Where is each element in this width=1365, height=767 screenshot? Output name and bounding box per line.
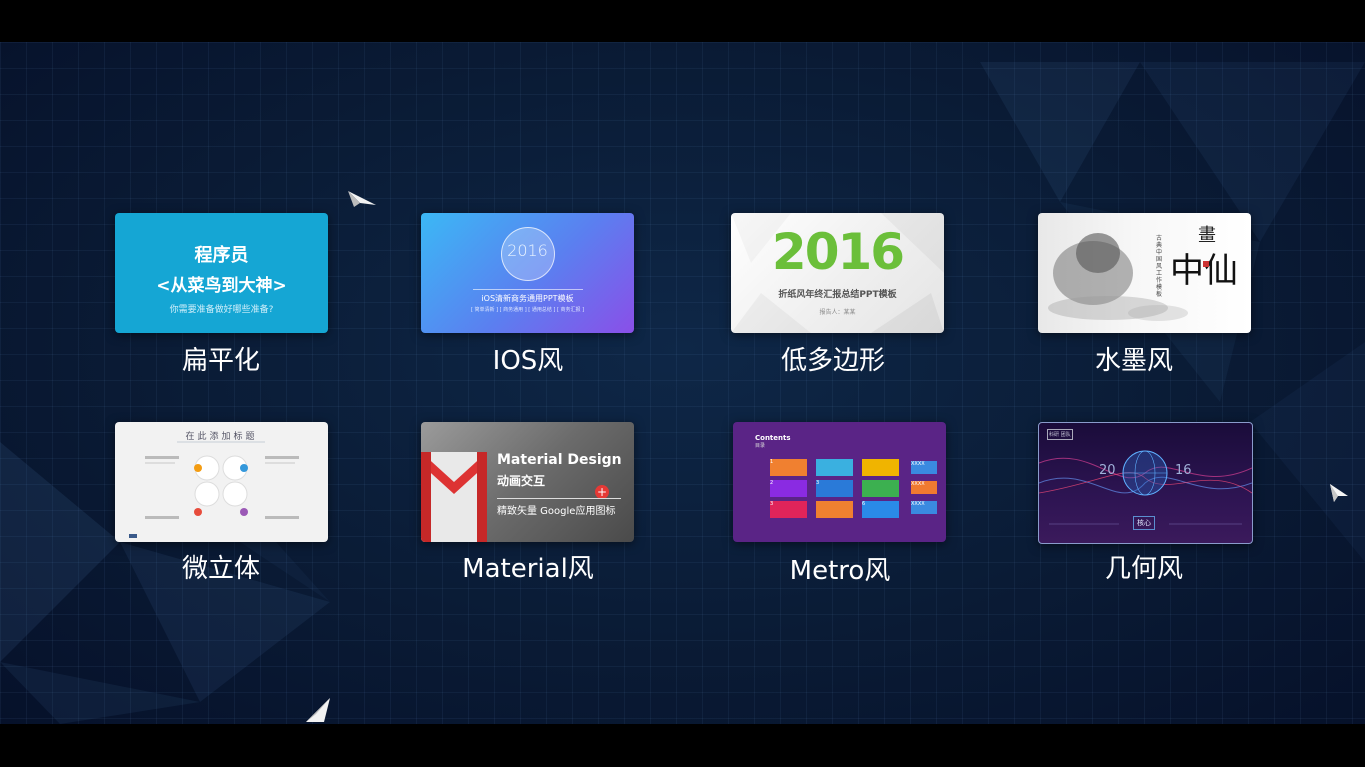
- metro-tile: [816, 501, 853, 518]
- ios-year: 2016: [507, 241, 548, 260]
- metro-tile: 3: [816, 480, 853, 497]
- plus-icon: +: [595, 485, 609, 499]
- pointer-arrow-icon: [306, 698, 330, 722]
- micro-diagram: [129, 441, 299, 538]
- poly-year: 2016: [771, 223, 905, 281]
- metro-tile: [862, 480, 899, 497]
- ink-big-characters: 中仙: [1170, 251, 1238, 291]
- flat-subtitle: <从菜鸟到大神>: [156, 276, 287, 296]
- metro-header: Contents: [755, 434, 791, 442]
- label-metro: Metro风: [789, 556, 891, 586]
- ios-title: iOS清新商务通用PPT模板: [481, 294, 574, 303]
- slide-canvas: 程序员 <从菜鸟到大神> 你需要准备做好哪些准备? 扁平化 2016 iOS清新…: [0, 42, 1365, 724]
- template-card-geometric[interactable]: 科研 团队 20 16 核心: [1038, 422, 1253, 544]
- geo-year-left: 20: [1099, 463, 1116, 478]
- background-triangles: [0, 62, 1365, 724]
- label-ios: IOS风: [492, 346, 564, 376]
- metro-tile: 6: [862, 501, 899, 518]
- label-flat: 扁平化: [181, 346, 260, 376]
- poly-reporter: 报告人：某某: [819, 309, 856, 316]
- material-caption: 精致矢量 Google应用图标: [497, 506, 616, 517]
- label-low-poly: 低多边形: [780, 346, 885, 376]
- metro-subheader: 目录: [755, 443, 766, 449]
- metro-side-tile: XXXX: [911, 461, 937, 474]
- pointer-arrow-icon: [348, 191, 376, 207]
- material-subtitle: 动画交互: [497, 474, 546, 488]
- metro-side-tile: XXXX: [911, 501, 937, 514]
- template-card-metro[interactable]: Contents 目录 1 2 3 3 6 XXXX XXXX XXXX: [733, 422, 946, 542]
- ios-tags: [ 简单清新 ] [ 商务通用 ] [ 通用总结 ] [ 商务汇报 ]: [470, 307, 585, 313]
- metro-side-tile: XXXX: [911, 481, 937, 494]
- label-ink: 水墨风: [1094, 346, 1173, 376]
- flat-caption: 你需要准备做好哪些准备?: [169, 305, 274, 315]
- metro-tile: 1: [770, 459, 807, 476]
- ink-seal: [1203, 261, 1209, 267]
- template-card-low-poly[interactable]: 2016 折纸风年终汇报总结PPT模板 报告人：某某: [731, 213, 944, 333]
- template-card-ink[interactable]: 古典中国风工作模板 中仙 畫: [1038, 213, 1251, 333]
- geo-year-right: 16: [1175, 463, 1192, 478]
- label-geometric: 几何风: [1104, 554, 1183, 584]
- template-card-micro-3d[interactable]: 在此添加标题: [115, 422, 328, 542]
- metro-tile: 3: [770, 501, 807, 518]
- label-material: Material风: [462, 554, 594, 584]
- label-micro-3d: 微立体: [181, 554, 260, 584]
- material-divider: [497, 498, 621, 499]
- metro-tile: 2: [770, 480, 807, 497]
- material-title: Material Design: [497, 452, 622, 468]
- template-card-ios[interactable]: 2016 iOS清新商务通用PPT模板 [ 简单清新 ] [ 商务通用 ] [ …: [421, 213, 634, 333]
- ios-divider: [473, 289, 583, 290]
- mouse-cursor-icon: [1330, 484, 1348, 502]
- ink-top-character: 畫: [1198, 225, 1216, 246]
- ink-vertical-text: 古典中国风工作模板: [1156, 235, 1163, 298]
- template-card-flat[interactable]: 程序员 <从菜鸟到大神> 你需要准备做好哪些准备?: [115, 213, 328, 333]
- metro-tile: [816, 459, 853, 476]
- flat-title: 程序员: [194, 245, 249, 266]
- geo-core-label: 核心: [1133, 516, 1155, 530]
- metro-tile: [862, 459, 899, 476]
- template-card-material[interactable]: Material Design 动画交互 + 精致矢量 Google应用图标: [421, 422, 634, 542]
- poly-title: 折纸风年终汇报总结PPT模板: [778, 290, 897, 300]
